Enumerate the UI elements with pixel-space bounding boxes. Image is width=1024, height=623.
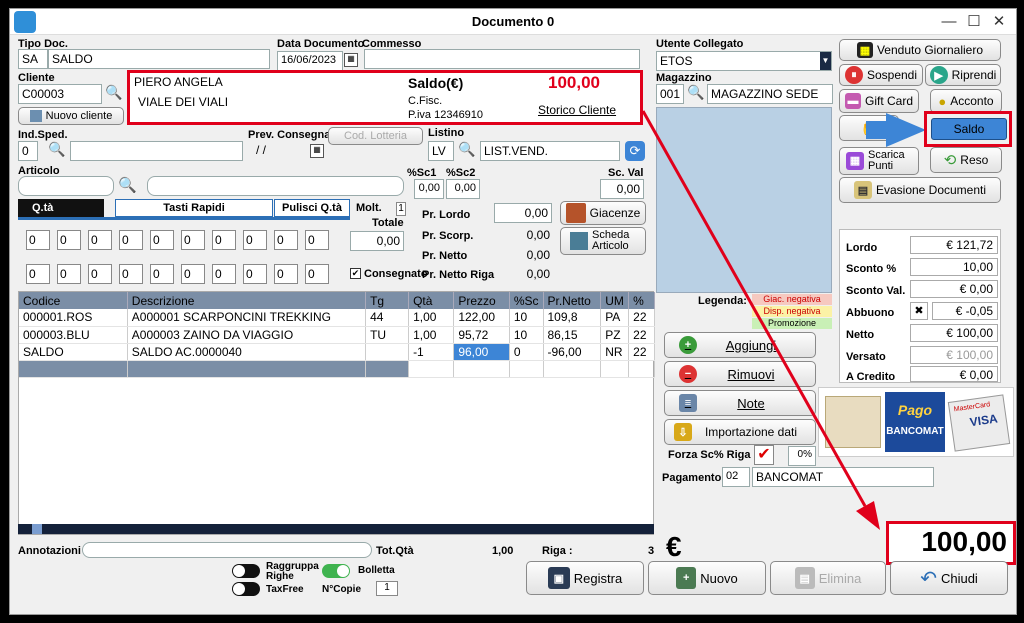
bolletta-toggle[interactable] — [322, 564, 350, 578]
riga-label: Riga : — [542, 545, 573, 557]
taxfree-toggle[interactable] — [232, 582, 260, 596]
grand-total: 100,00 — [886, 521, 1016, 565]
new-document-icon: + — [676, 567, 697, 589]
registra-button[interactable]: ▣ Registra — [526, 561, 644, 595]
raggruppa-toggle[interactable] — [232, 564, 260, 578]
ncopie-label: N°Copie — [322, 584, 361, 595]
euro-symbol: € — [666, 531, 682, 562]
back-arrow-icon: ↶ — [920, 567, 937, 590]
callout-arrow-icon — [641, 110, 880, 530]
trash-icon: ▤ — [794, 567, 815, 589]
annotazioni-field[interactable] — [82, 542, 372, 558]
nuovo-button[interactable]: + Nuovo — [648, 561, 766, 595]
tot-qta-label: Tot.Qtà — [376, 545, 414, 557]
annotazioni-label: Annotazioni — [18, 545, 81, 557]
document-window: Documento 0 — ☐ ✕ Tipo Doc. SA SALDO Dat… — [9, 8, 1017, 615]
floppy-disk-icon: ▣ — [547, 567, 570, 589]
chiudi-button[interactable]: ↶ Chiudi — [890, 561, 1008, 595]
ncopie-field[interactable]: 1 — [376, 581, 398, 596]
taxfree-label: TaxFree — [266, 584, 304, 595]
elimina-button[interactable]: ▤ Elimina — [770, 561, 886, 595]
raggruppa-label: Raggruppa Righe — [266, 561, 319, 582]
tot-qta-value: 1,00 — [492, 545, 514, 557]
riga-value: 3 — [648, 545, 655, 557]
bolletta-label: Bolletta — [358, 565, 395, 576]
